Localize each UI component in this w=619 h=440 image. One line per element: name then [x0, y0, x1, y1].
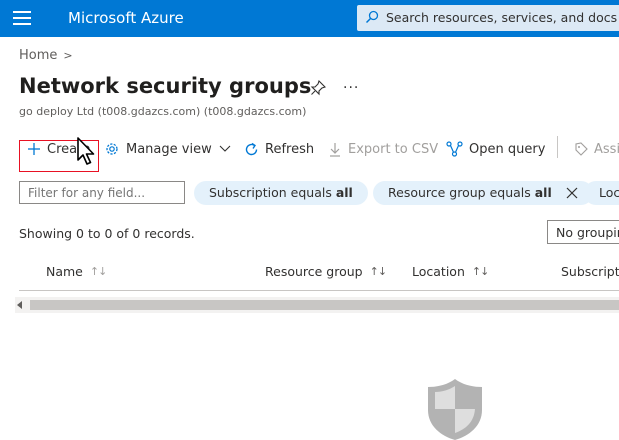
resource-group-filter-value: all — [534, 185, 552, 200]
chevron-down-icon — [219, 145, 231, 152]
subscription-filter-value: all — [335, 185, 353, 200]
assign-tags-label: Assi — [594, 141, 619, 157]
search-placeholder: Search resources, services, and docs (G — [386, 10, 619, 25]
column-header-location[interactable]: Location ↑↓ — [412, 264, 489, 279]
manage-view-button[interactable]: Manage view — [104, 139, 237, 159]
manage-view-label: Manage view — [126, 141, 212, 157]
breadcrumb-home-link[interactable]: Home — [19, 48, 57, 63]
top-bar: Microsoft Azure Search resources, servic… — [0, 0, 619, 37]
hamburger-menu-icon[interactable] — [13, 11, 31, 25]
resource-group-filter-label: Resource group equals — [388, 185, 535, 200]
filter-input[interactable] — [19, 181, 185, 204]
gear-icon — [106, 143, 118, 155]
column-location-label: Location — [412, 264, 465, 279]
column-resource-group-label: Resource group — [265, 264, 363, 279]
refresh-label: Refresh — [265, 141, 315, 157]
tag-icon — [575, 141, 588, 156]
brand-title[interactable]: Microsoft Azure — [68, 9, 184, 27]
horizontal-scrollbar[interactable] — [15, 297, 619, 313]
global-search-input[interactable]: Search resources, services, and docs (G — [357, 5, 619, 31]
query-icon — [446, 141, 463, 157]
sort-icon: ↑↓ — [369, 265, 387, 278]
scrollbar-thumb[interactable] — [30, 300, 619, 310]
column-header-name[interactable]: Name ↑↓ — [46, 264, 107, 279]
page-subtitle: go deploy Ltd (t008.gdazcs.com) (t008.gd… — [19, 105, 307, 118]
column-name-label: Name — [46, 264, 83, 279]
resource-group-filter-pill[interactable]: Resource group equals all — [373, 181, 593, 205]
column-header-subscription[interactable]: Subscripti — [561, 264, 619, 279]
download-icon — [330, 142, 340, 157]
breadcrumb: Home > — [19, 48, 73, 63]
header-divider — [19, 290, 619, 291]
more-options-icon[interactable]: ··· — [343, 80, 359, 96]
search-icon — [365, 10, 379, 24]
refresh-icon — [245, 142, 258, 155]
assign-tags-button[interactable]: Assi — [574, 139, 619, 159]
location-filter-pill[interactable]: Loc — [584, 181, 619, 205]
sort-icon: ↑↓ — [471, 265, 489, 278]
chevron-right-icon: > — [63, 49, 73, 62]
records-count: Showing 0 to 0 of 0 records. — [19, 226, 195, 241]
column-header-resource-group[interactable]: Resource group ↑↓ — [265, 264, 387, 279]
toolbar-divider — [557, 136, 558, 158]
export-csv-button[interactable]: Export to CSV — [328, 139, 438, 159]
page-title: Network security groups — [19, 74, 312, 98]
scroll-left-icon[interactable] — [17, 301, 22, 309]
shield-icon — [428, 379, 482, 440]
subscription-filter-label: Subscription equals — [209, 185, 336, 200]
open-query-label: Open query — [469, 141, 546, 157]
refresh-button[interactable]: Refresh — [244, 139, 314, 159]
close-icon[interactable] — [566, 187, 578, 199]
column-subscription-label: Subscripti — [561, 264, 619, 279]
export-csv-label: Export to CSV — [348, 141, 439, 157]
subscription-filter-pill[interactable]: Subscription equals all — [194, 181, 368, 205]
mouse-cursor-icon — [77, 137, 95, 165]
grouping-dropdown[interactable]: No groupin — [547, 220, 619, 244]
pin-icon[interactable] — [310, 80, 326, 96]
open-query-button[interactable]: Open query — [446, 139, 545, 159]
sort-icon: ↑↓ — [89, 265, 107, 278]
